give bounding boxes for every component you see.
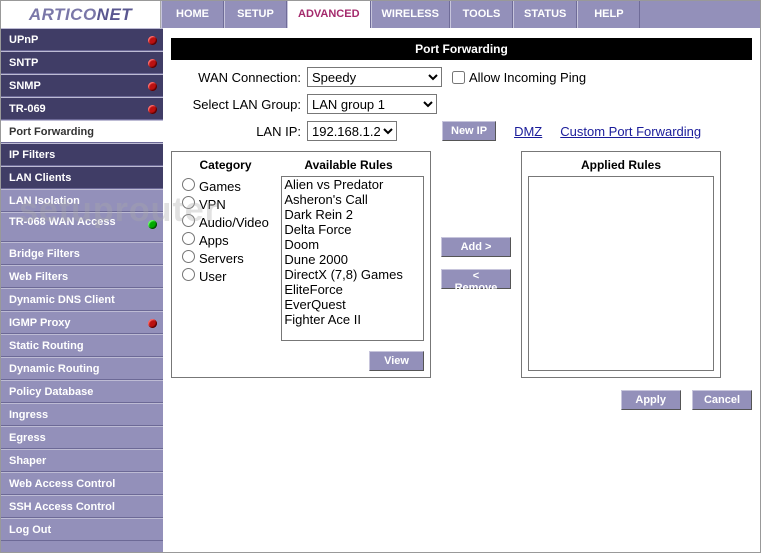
- sidebar-item-upnp[interactable]: UPnP: [1, 28, 163, 51]
- page-title: Port Forwarding: [171, 38, 752, 60]
- topnav-tools[interactable]: TOOLS: [450, 1, 513, 28]
- topnav-wireless[interactable]: WIRELESS: [371, 1, 450, 28]
- topnav-help[interactable]: HELP: [577, 1, 640, 28]
- rule-item[interactable]: Alien vs Predator: [282, 177, 423, 192]
- sidebar-item-static-routing[interactable]: Static Routing: [1, 334, 163, 357]
- lan-ip-select[interactable]: 192.168.1.2: [307, 121, 397, 141]
- applied-rules-list[interactable]: [528, 176, 714, 371]
- sidebar-item-dynamic-routing[interactable]: Dynamic Routing: [1, 357, 163, 380]
- status-dot-icon: [148, 319, 157, 328]
- topnav-setup[interactable]: SETUP: [224, 1, 287, 28]
- allow-ping-checkbox[interactable]: [452, 71, 465, 84]
- applied-rules-panel: Applied Rules: [521, 151, 721, 378]
- sidebar-item-web-access-control[interactable]: Web Access Control: [1, 472, 163, 495]
- sidebar-item-log-out[interactable]: Log Out: [1, 518, 163, 541]
- sidebar-item-policy-database[interactable]: Policy Database: [1, 380, 163, 403]
- sidebar-item-port-forwarding[interactable]: Port Forwarding: [1, 120, 163, 143]
- category-radio-apps[interactable]: Apps: [182, 232, 281, 248]
- category-radio-servers[interactable]: Servers: [182, 250, 281, 266]
- category-rules-panel: Category Available Rules Games VPN Audio/V…: [171, 151, 431, 378]
- status-dot-icon: [148, 220, 157, 229]
- view-button[interactable]: View: [369, 351, 424, 371]
- sidebar-item-ip-filters[interactable]: IP Filters: [1, 143, 163, 166]
- rule-item[interactable]: DirectX (7,8) Games: [282, 267, 423, 282]
- available-rules-list[interactable]: Alien vs PredatorAsheron's CallDark Rein…: [281, 176, 424, 341]
- status-dot-icon: [148, 59, 157, 68]
- rule-item[interactable]: EliteForce: [282, 282, 423, 297]
- sidebar-item-shaper[interactable]: Shaper: [1, 449, 163, 472]
- rule-item[interactable]: Asheron's Call: [282, 192, 423, 207]
- sidebar-item-dynamic-dns-client[interactable]: Dynamic DNS Client: [1, 288, 163, 311]
- remove-button[interactable]: < Remove: [441, 269, 511, 289]
- topnav-advanced[interactable]: ADVANCED: [287, 1, 371, 28]
- status-dot-icon: [148, 82, 157, 91]
- lan-group-select[interactable]: LAN group 1: [307, 94, 437, 114]
- sidebar-item-lan-clients[interactable]: LAN Clients: [1, 166, 163, 189]
- rule-item[interactable]: Fighter Ace II: [282, 312, 423, 327]
- apply-button[interactable]: Apply: [621, 390, 681, 410]
- allow-ping-label: Allow Incoming Ping: [469, 70, 586, 85]
- new-ip-button[interactable]: New IP: [442, 121, 496, 141]
- sidebar-item-web-filters[interactable]: Web Filters: [1, 265, 163, 288]
- add-button[interactable]: Add >: [441, 237, 511, 257]
- category-radio-user[interactable]: User: [182, 268, 281, 284]
- available-rules-heading: Available Rules: [273, 158, 424, 172]
- brand-logo: ARTICONET: [1, 1, 161, 28]
- sidebar-item-igmp-proxy[interactable]: IGMP Proxy: [1, 311, 163, 334]
- sidebar-item-bridge-filters[interactable]: Bridge Filters: [1, 242, 163, 265]
- topnav-home[interactable]: HOME: [161, 1, 224, 28]
- category-heading: Category: [178, 158, 273, 172]
- category-radio-vpn[interactable]: VPN: [182, 196, 281, 212]
- sidebar-item-tr-068-wan-access[interactable]: TR-068 WAN Access: [1, 212, 163, 242]
- sidebar-item-snmp[interactable]: SNMP: [1, 74, 163, 97]
- sidebar-item-tr-069[interactable]: TR-069: [1, 97, 163, 120]
- rule-item[interactable]: Dark Rein 2: [282, 207, 423, 222]
- sidebar-item-ssh-access-control[interactable]: SSH Access Control: [1, 495, 163, 518]
- category-radio-audio-video[interactable]: Audio/Video: [182, 214, 281, 230]
- rule-item[interactable]: Dune 2000: [282, 252, 423, 267]
- lan-group-label: Select LAN Group:: [171, 97, 301, 112]
- sidebar-item-ingress[interactable]: Ingress: [1, 403, 163, 426]
- lan-ip-label: LAN IP:: [171, 124, 301, 139]
- rule-item[interactable]: Doom: [282, 237, 423, 252]
- category-radio-games[interactable]: Games: [182, 178, 281, 194]
- dmz-link[interactable]: DMZ: [514, 124, 542, 139]
- wan-connection-select[interactable]: Speedy: [307, 67, 442, 87]
- sidebar-item-lan-isolation[interactable]: LAN Isolation: [1, 189, 163, 212]
- wan-label: WAN Connection:: [171, 70, 301, 85]
- applied-rules-heading: Applied Rules: [528, 158, 714, 172]
- cancel-button[interactable]: Cancel: [692, 390, 752, 410]
- rule-item[interactable]: Delta Force: [282, 222, 423, 237]
- custom-port-forwarding-link[interactable]: Custom Port Forwarding: [560, 124, 701, 139]
- status-dot-icon: [148, 105, 157, 114]
- topnav-status[interactable]: STATUS: [513, 1, 577, 28]
- rule-item[interactable]: EverQuest: [282, 297, 423, 312]
- status-dot-icon: [148, 36, 157, 45]
- sidebar-item-sntp[interactable]: SNTP: [1, 51, 163, 74]
- sidebar-item-egress[interactable]: Egress: [1, 426, 163, 449]
